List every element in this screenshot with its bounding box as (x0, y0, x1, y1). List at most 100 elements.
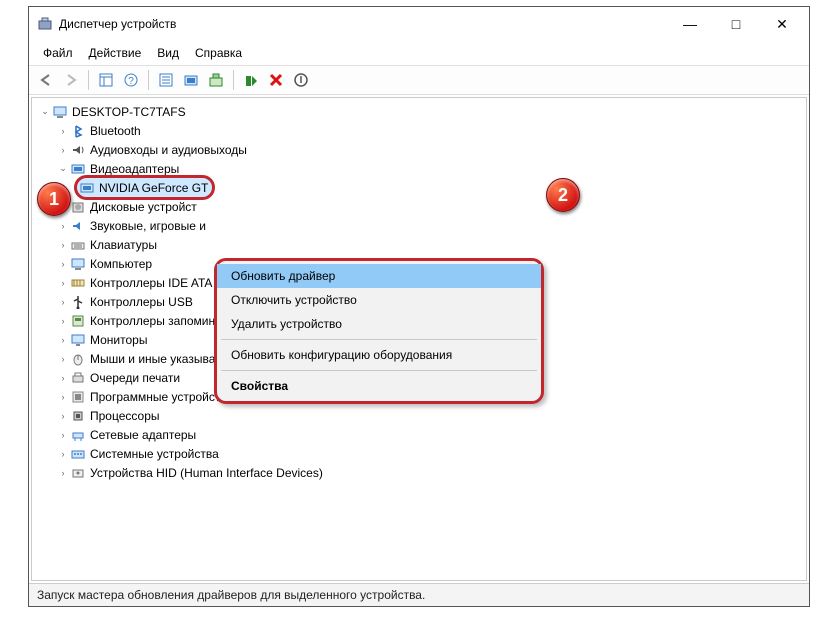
menu-action[interactable]: Действие (81, 43, 150, 63)
tree-item-label: Bluetooth (90, 124, 141, 138)
chevron-icon[interactable]: › (56, 411, 70, 421)
device-icon (70, 294, 86, 310)
maximize-button[interactable]: □ (713, 9, 759, 39)
device-icon (70, 123, 86, 139)
context-menu: Обновить драйвер Отключить устройство Уд… (214, 258, 544, 404)
chevron-icon[interactable]: › (56, 335, 70, 345)
device-icon (70, 446, 86, 462)
forward-button[interactable] (60, 69, 82, 91)
ctx-scan-hardware[interactable]: Обновить конфигурацию оборудования (217, 343, 541, 367)
chevron-icon[interactable]: › (56, 354, 70, 364)
device-icon (70, 389, 86, 405)
close-button[interactable]: ✕ (759, 9, 805, 39)
tree-item[interactable]: › Аудиовходы и аудиовыходы (34, 140, 804, 159)
enable-device-button[interactable] (240, 69, 262, 91)
back-button[interactable] (35, 69, 57, 91)
chevron-icon[interactable]: › (56, 240, 70, 250)
uninstall-button[interactable] (265, 69, 287, 91)
menu-file[interactable]: Файл (35, 43, 81, 63)
scan-hardware-button[interactable] (180, 69, 202, 91)
device-icon (70, 351, 86, 367)
chevron-icon[interactable]: › (56, 278, 70, 288)
svg-text:?: ? (128, 76, 134, 87)
device-icon (70, 332, 86, 348)
root-label: DESKTOP-TC7TAFS (72, 105, 186, 119)
status-text: Запуск мастера обновления драйверов для … (37, 588, 425, 602)
device-icon (79, 180, 95, 196)
window-controls: — □ ✕ (667, 9, 805, 39)
tree-item-label: Сетевые адаптеры (90, 428, 196, 442)
chevron-icon[interactable]: › (56, 316, 70, 326)
ctx-remove-device[interactable]: Удалить устройство (217, 312, 541, 336)
chevron-down-icon[interactable]: ⌄ (38, 106, 52, 117)
tree-root[interactable]: ⌄ DESKTOP-TC7TAFS (34, 102, 804, 121)
device-manager-window: Диспетчер устройств — □ ✕ Файл Действие … (28, 6, 810, 607)
tree-item-label: Системные устройства (90, 447, 219, 461)
tree-item-label: Контроллеры IDE ATA (90, 276, 212, 290)
tree-item-label: Аудиовходы и аудиовыходы (90, 143, 247, 157)
device-icon (70, 370, 86, 386)
tree-item[interactable]: › Сетевые адаптеры (34, 425, 804, 444)
annotation-marker-1: 1 (37, 182, 71, 216)
update-driver-button[interactable] (205, 69, 227, 91)
annotation-marker-2: 2 (546, 178, 580, 212)
menu-view[interactable]: Вид (149, 43, 187, 63)
tree-item-label: NVIDIA GeForce GT (99, 181, 208, 195)
help-button[interactable]: ? (120, 69, 142, 91)
menubar: Файл Действие Вид Справка (29, 41, 809, 66)
ctx-properties[interactable]: Свойства (217, 374, 541, 398)
tree-item[interactable]: ›Клавиатуры (34, 235, 804, 254)
device-tree[interactable]: ⌄ DESKTOP-TC7TAFS › Bluetooth › Аудиовходы … (31, 97, 807, 581)
chevron-icon[interactable]: › (56, 468, 70, 478)
toolbar-separator (88, 70, 89, 90)
show-tree-button[interactable] (95, 69, 117, 91)
chevron-icon[interactable]: › (56, 145, 70, 155)
toolbar-separator (233, 70, 234, 90)
device-icon (70, 408, 86, 424)
tree-item[interactable]: ›Звуковые, игровые и (34, 216, 804, 235)
tree-item-label: Видеоадаптеры (90, 162, 179, 176)
status-bar: Запуск мастера обновления драйверов для … (29, 583, 809, 606)
chevron-icon[interactable]: › (56, 392, 70, 402)
device-icon (70, 256, 86, 272)
tree-item-label: Программные устройства (90, 390, 233, 404)
tree-item-label: Процессоры (90, 409, 160, 423)
tree-item[interactable]: › Процессоры (34, 406, 804, 425)
device-icon (70, 237, 86, 253)
tree-item[interactable]: › Bluetooth (34, 121, 804, 140)
disable-device-button[interactable] (290, 69, 312, 91)
device-icon (70, 465, 86, 481)
chevron-icon[interactable]: › (56, 126, 70, 136)
titlebar: Диспетчер устройств — □ ✕ (29, 7, 809, 41)
tree-item-label: Контроллеры USB (90, 295, 193, 309)
tree-item[interactable]: › Системные устройства (34, 444, 804, 463)
computer-icon (52, 104, 68, 120)
ctx-disable-device[interactable]: Отключить устройство (217, 288, 541, 312)
tree-item-label: Компьютер (90, 257, 152, 271)
device-icon (70, 199, 86, 215)
chevron-icon[interactable]: › (56, 221, 70, 231)
properties-button[interactable] (155, 69, 177, 91)
tree-item-label: Устройства HID (Human Interface Devices) (90, 466, 323, 480)
tree-item-selected[interactable]: NVIDIA GeForce GT (34, 178, 804, 197)
ctx-update-driver[interactable]: Обновить драйвер (217, 264, 541, 288)
tree-item[interactable]: › Устройства HID (Human Interface Devices… (34, 463, 804, 482)
chevron-icon[interactable]: › (56, 259, 70, 269)
ctx-separator (221, 370, 537, 371)
chevron-icon[interactable]: › (56, 373, 70, 383)
ctx-properties-label: Свойства (231, 379, 288, 393)
menu-help[interactable]: Справка (187, 43, 250, 63)
minimize-button[interactable]: — (667, 9, 713, 39)
device-icon (70, 161, 86, 177)
toolbar-separator (148, 70, 149, 90)
device-icon (70, 218, 86, 234)
chevron-icon[interactable]: › (56, 449, 70, 459)
app-icon (37, 16, 53, 32)
ctx-separator (221, 339, 537, 340)
chevron-icon[interactable]: › (56, 297, 70, 307)
chevron-icon[interactable]: › (56, 430, 70, 440)
toolbar: ? (29, 66, 809, 95)
chevron-icon[interactable]: ⌄ (56, 163, 70, 174)
device-icon (70, 427, 86, 443)
tree-item-label: Дисковые устройст (90, 200, 197, 214)
